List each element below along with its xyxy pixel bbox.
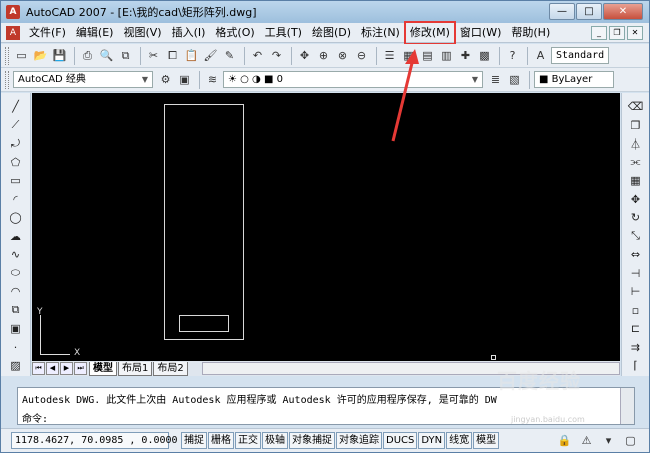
autocad-window: A AutoCAD 2007 - [E:\我的cad\矩形阵列.dwg] — □… (0, 0, 650, 453)
annotation-arrow (391, 49, 419, 142)
